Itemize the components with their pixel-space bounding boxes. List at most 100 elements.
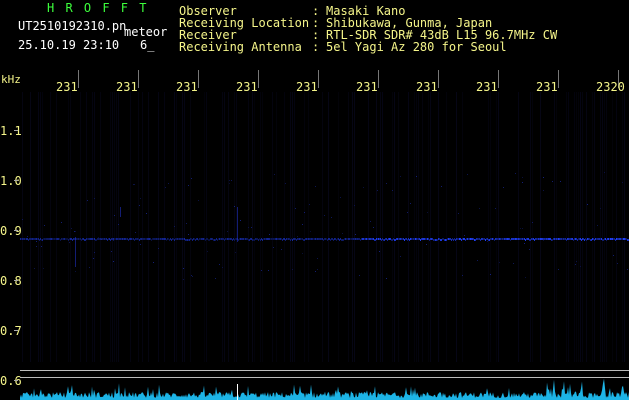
- carrier-line-segment: [507, 238, 508, 240]
- carrier-line-segment: [484, 238, 485, 240]
- carrier-line-segment: [602, 239, 603, 241]
- carrier-line-segment: [582, 238, 583, 240]
- noise-dot: [613, 255, 614, 256]
- noise-dot: [268, 270, 269, 271]
- carrier-line-segment: [164, 238, 165, 240]
- carrier-line-segment: [390, 238, 391, 240]
- carrier-line-segment: [38, 238, 39, 240]
- noise-dot: [135, 232, 136, 233]
- carrier-line-segment: [215, 239, 216, 241]
- carrier-line-segment: [212, 238, 213, 240]
- carrier-line-segment: [34, 238, 35, 240]
- time-tick-line: [318, 70, 319, 88]
- noise-column: [430, 92, 431, 362]
- carrier-line-segment: [543, 238, 544, 240]
- carrier-line-segment: [107, 239, 108, 241]
- noise-dot: [331, 217, 332, 218]
- carrier-line-segment: [600, 238, 601, 240]
- title-letters: H R O F F T: [47, 1, 149, 15]
- carrier-line-segment: [291, 238, 292, 240]
- time-tick-line: [558, 70, 559, 88]
- carrier-line-segment: [421, 238, 422, 240]
- carrier-line-segment: [491, 238, 492, 240]
- carrier-line-segment: [29, 238, 30, 240]
- carrier-line-segment: [202, 238, 203, 240]
- carrier-line-segment: [219, 238, 220, 240]
- carrier-line-segment: [569, 238, 570, 240]
- noise-dot: [600, 208, 601, 209]
- carrier-line-segment: [194, 238, 195, 240]
- noise-column: [606, 92, 607, 362]
- carrier-line-segment: [379, 238, 380, 240]
- noise-column: [518, 92, 519, 362]
- noise-dot: [513, 263, 514, 264]
- carrier-line-segment: [433, 239, 434, 241]
- time-tick-line: [438, 70, 439, 88]
- carrier-line-segment: [572, 238, 573, 240]
- freq-tick-line: [14, 180, 18, 181]
- carrier-line-segment: [550, 238, 551, 240]
- carrier-line-segment: [296, 239, 297, 241]
- noise-column: [276, 92, 277, 362]
- noise-column: [142, 92, 143, 362]
- noise-column: [574, 92, 575, 362]
- freq-tick-label: 1.0: [0, 174, 22, 188]
- carrier-line-segment: [560, 238, 561, 240]
- carrier-line-segment: [76, 238, 77, 240]
- carrier-line-segment: [580, 238, 581, 240]
- carrier-line-segment: [485, 239, 486, 241]
- carrier-line-segment: [41, 239, 42, 241]
- noise-dot: [490, 274, 491, 275]
- carrier-line-segment: [500, 238, 501, 240]
- noise-dot: [304, 212, 305, 213]
- carrier-line-segment: [541, 238, 542, 240]
- carrier-line-segment: [199, 238, 200, 240]
- carrier-line-segment: [329, 238, 330, 240]
- noise-dot: [377, 190, 378, 191]
- noise-dot: [503, 187, 504, 188]
- carrier-line-segment: [368, 238, 369, 240]
- carrier-line-segment: [430, 238, 431, 240]
- carrier-line-segment: [391, 239, 392, 241]
- spectrogram-plot: [20, 92, 629, 400]
- noise-dot: [43, 268, 44, 269]
- carrier-line-segment: [532, 238, 533, 240]
- carrier-line-segment: [499, 238, 500, 240]
- carrier-line-segment: [584, 239, 585, 241]
- carrier-line-segment: [302, 238, 303, 240]
- noise-dot: [458, 213, 459, 214]
- noise-dot: [292, 269, 293, 270]
- carrier-line-segment: [144, 238, 145, 240]
- carrier-line-segment: [128, 239, 129, 241]
- time-tick-line: [78, 70, 79, 88]
- carrier-line-segment: [371, 238, 372, 240]
- noise-column: [398, 92, 399, 362]
- carrier-line-segment: [419, 238, 420, 240]
- noise-dot: [310, 231, 311, 232]
- carrier-line-segment: [192, 239, 193, 241]
- noise-dot: [386, 278, 387, 279]
- noise-column: [204, 92, 205, 362]
- carrier-line-segment: [88, 238, 89, 240]
- carrier-line-segment: [262, 239, 263, 241]
- carrier-line-segment: [74, 238, 75, 240]
- carrier-line-segment: [230, 238, 231, 240]
- carrier-line-segment: [573, 239, 574, 241]
- noise-column: [446, 92, 447, 362]
- carrier-line-segment: [70, 238, 71, 240]
- carrier-line-segment: [322, 238, 323, 240]
- noise-dot: [273, 247, 274, 248]
- carrier-line-segment: [381, 239, 382, 241]
- carrier-line-segment: [99, 238, 100, 240]
- carrier-line-segment: [423, 238, 424, 240]
- noise-column: [68, 92, 69, 362]
- noise-dot: [240, 220, 241, 221]
- carrier-line-segment: [95, 239, 96, 241]
- carrier-line-segment: [529, 239, 530, 241]
- carrier-line-segment: [148, 238, 149, 240]
- carrier-line-segment: [102, 238, 103, 240]
- carrier-line-segment: [440, 239, 441, 241]
- freq-tick-line: [14, 130, 18, 131]
- noise-column: [604, 92, 605, 362]
- carrier-line-segment: [490, 238, 491, 240]
